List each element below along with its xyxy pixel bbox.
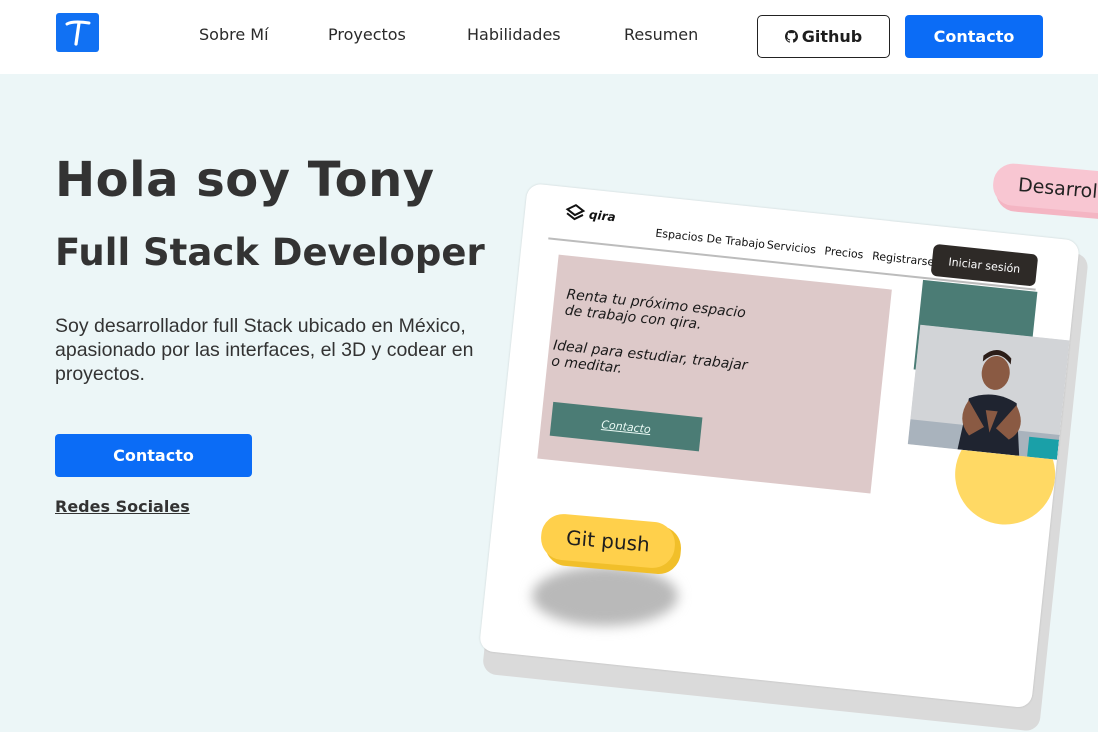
mockup-nav-item: Registrarse [871, 249, 935, 269]
meditation-person-illustration [907, 324, 1070, 460]
developer-tag-label: Desarrollador [1017, 174, 1098, 208]
hero-subtitle: Full Stack Developer [55, 231, 485, 274]
qira-logo-icon [565, 203, 586, 221]
decorative-grey-blob [532, 566, 678, 626]
mockup-meditation-photo [907, 324, 1070, 460]
mockup-logo: qira [564, 203, 616, 226]
nav-link-sobre-mi[interactable]: Sobre Mí [199, 25, 269, 44]
site-logo[interactable] [56, 13, 99, 52]
github-icon [784, 30, 798, 43]
github-label: Github [801, 27, 863, 46]
hero-contact-label: Contacto [113, 446, 194, 465]
nav-contact-button[interactable]: Contacto [905, 15, 1043, 58]
t-logo-icon [65, 20, 90, 46]
mockup-nav-item: Espacios De Trabajo [654, 226, 766, 252]
project-mockup[interactable]: qira Espacios De Trabajo Servicios Preci… [478, 183, 1080, 709]
mockup-logo-text: qira [588, 207, 617, 225]
hero-title: Hola soy Tony [55, 152, 435, 208]
nav-link-resumen[interactable]: Resumen [624, 25, 698, 44]
nav-link-proyectos[interactable]: Proyectos [328, 25, 406, 44]
navbar: Sobre Mí Proyectos Habilidades Resumen G… [0, 0, 1098, 74]
hero-description: Soy desarrollador full Stack ubicado en … [55, 315, 474, 385]
social-links-link[interactable]: Redes Sociales [55, 497, 190, 516]
nav-link-habilidades[interactable]: Habilidades [467, 25, 561, 44]
git-push-tag-label: Git push [565, 525, 651, 557]
hero-contact-button[interactable]: Contacto [55, 434, 252, 477]
mockup-nav-item: Servicios [766, 238, 817, 257]
github-button[interactable]: Github [757, 15, 890, 58]
nav-contact-label: Contacto [933, 27, 1015, 46]
mockup-nav-item: Precios [823, 244, 865, 262]
